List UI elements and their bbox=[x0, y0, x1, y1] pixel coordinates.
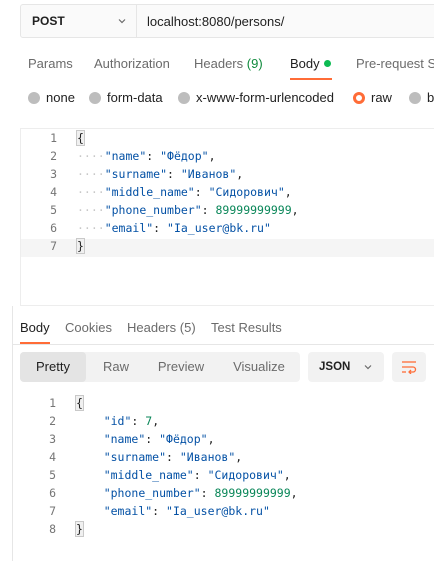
line-number: 2 bbox=[50, 149, 57, 163]
body-type-label: x-www-form-urlencoded bbox=[196, 90, 334, 105]
code-line: } bbox=[75, 521, 84, 537]
tab-headers-count: (9) bbox=[246, 56, 263, 71]
url-input[interactable]: localhost:8080/persons/ bbox=[137, 14, 284, 29]
code-line: "email": "Ia_user@bk.ru" bbox=[103, 504, 270, 518]
tabs-divider bbox=[12, 344, 434, 345]
body-type-label: bi bbox=[427, 90, 434, 105]
line-number: 7 bbox=[50, 239, 57, 253]
response-body-viewer[interactable]: 1 { 2 "id": 7, 3 "name": "Фёдор", 4 "sur… bbox=[20, 388, 434, 561]
format-label: JSON bbox=[319, 361, 351, 373]
line-number: 5 bbox=[49, 468, 56, 482]
view-pretty[interactable]: Pretty bbox=[20, 352, 86, 382]
code-line: "name": "Фёдор", bbox=[103, 432, 215, 446]
format-select[interactable]: JSON bbox=[308, 352, 384, 382]
code-line: "phone_number": 89999999999, bbox=[103, 486, 298, 500]
radio-icon bbox=[409, 91, 421, 104]
code-line: } bbox=[76, 238, 85, 254]
chevron-down-icon bbox=[364, 365, 372, 370]
body-type-label: none bbox=[46, 90, 75, 105]
line-number: 6 bbox=[50, 221, 57, 235]
line-number: 4 bbox=[50, 185, 57, 199]
code-line: "surname": "Иванов", bbox=[103, 450, 243, 464]
tab-params[interactable]: Params bbox=[28, 56, 73, 71]
code-line: ····"name": "Фёдор", bbox=[77, 149, 216, 163]
body-type-urlencoded[interactable]: x-www-form-urlencoded bbox=[178, 90, 334, 105]
resp-tab-cookies[interactable]: Cookies bbox=[65, 320, 112, 335]
request-url-bar: POST localhost:8080/persons/ bbox=[20, 4, 434, 38]
code-line: { bbox=[75, 395, 84, 411]
radio-selected-icon bbox=[353, 91, 365, 104]
tab-headers-label: Headers bbox=[194, 56, 244, 71]
view-visualize[interactable]: Visualize bbox=[218, 352, 300, 382]
body-type-raw[interactable]: raw bbox=[353, 90, 392, 105]
code-line: ····"surname": "Иванов", bbox=[77, 167, 244, 181]
wrap-lines-icon bbox=[402, 361, 417, 374]
line-number: 3 bbox=[49, 432, 56, 446]
code-line: ····"email": "Ia_user@bk.ru" bbox=[77, 221, 271, 235]
code-line: { bbox=[76, 130, 85, 146]
tab-authorization[interactable]: Authorization bbox=[94, 56, 170, 71]
resp-tab-test-results[interactable]: Test Results bbox=[211, 320, 282, 335]
chevron-down-icon bbox=[118, 19, 126, 24]
line-number: 8 bbox=[49, 522, 56, 536]
line-number: 4 bbox=[49, 450, 56, 464]
resp-tab-body[interactable]: Body bbox=[20, 320, 50, 335]
radio-icon bbox=[89, 91, 101, 104]
code-line: ····"middle_name": "Сидорович", bbox=[77, 185, 292, 199]
code-line: "middle_name": "Сидорович", bbox=[103, 468, 291, 482]
tab-headers[interactable]: Headers (9) bbox=[194, 56, 263, 71]
line-number: 1 bbox=[49, 396, 56, 410]
tab-body[interactable]: Body bbox=[290, 56, 331, 71]
body-type-binary[interactable]: bi bbox=[409, 90, 434, 105]
active-tab-indicator bbox=[290, 78, 332, 80]
code-line: "id": 7, bbox=[103, 414, 160, 428]
method-select[interactable]: POST bbox=[21, 5, 137, 37]
resp-tab-headers[interactable]: Headers (5) bbox=[127, 320, 196, 335]
line-number: 1 bbox=[50, 131, 57, 145]
line-number: 3 bbox=[50, 167, 57, 181]
wrap-lines-button[interactable] bbox=[392, 352, 426, 382]
body-active-dot-icon bbox=[323, 60, 331, 67]
resp-tab-headers-label: Headers bbox=[127, 320, 177, 335]
body-type-label: form-data bbox=[107, 90, 163, 105]
line-number: 5 bbox=[50, 203, 57, 217]
radio-icon bbox=[28, 91, 40, 104]
body-type-none[interactable]: none bbox=[28, 90, 75, 105]
method-label: POST bbox=[32, 14, 65, 28]
line-number: 7 bbox=[49, 504, 56, 518]
view-preview[interactable]: Preview bbox=[146, 352, 216, 382]
resp-tab-headers-count: (5) bbox=[179, 320, 196, 335]
body-type-label: raw bbox=[371, 90, 392, 105]
line-number: 2 bbox=[49, 414, 56, 428]
radio-icon bbox=[178, 91, 190, 104]
body-type-form-data[interactable]: form-data bbox=[89, 90, 163, 105]
view-raw[interactable]: Raw bbox=[88, 352, 144, 382]
line-number: 6 bbox=[49, 486, 56, 500]
code-line: ····"phone_number": 89999999999, bbox=[77, 203, 299, 217]
tab-pre-request-script[interactable]: Pre-request S bbox=[356, 56, 434, 71]
request-body-editor[interactable]: 1 { 2 ····"name": "Фёдор", 3 ····"surnam… bbox=[20, 128, 434, 306]
view-mode-segmented: Pretty Raw Preview Visualize bbox=[20, 352, 300, 382]
tab-body-label: Body bbox=[290, 56, 320, 71]
